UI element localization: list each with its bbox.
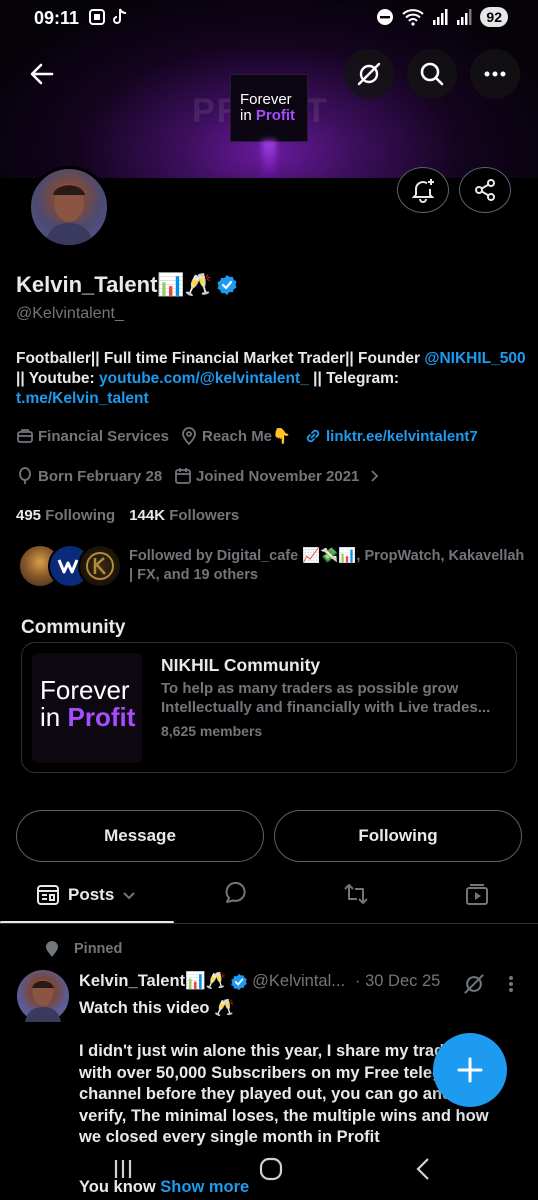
mutual-followers-avatars[interactable] bbox=[18, 544, 122, 588]
recent-apps-button[interactable] bbox=[112, 1158, 134, 1180]
followers-count-link[interactable]: 144K Followers bbox=[129, 507, 239, 524]
chevron-right-icon bbox=[371, 470, 379, 482]
banner-logo: Forever in Profit bbox=[230, 74, 308, 142]
profile-handle: @Kelvintalent_ bbox=[16, 305, 124, 322]
tab-reposts[interactable] bbox=[342, 882, 370, 906]
profile-bio: Footballer|| Full time Financial Market … bbox=[16, 350, 526, 408]
profile-tabs: Posts bbox=[0, 868, 538, 924]
post-line1: Watch this video 🥂 bbox=[79, 999, 235, 1017]
post-more-button[interactable] bbox=[506, 974, 516, 994]
battery-indicator: 92 bbox=[480, 7, 508, 27]
community-card[interactable]: Forever in Profit NIKHIL Community To he… bbox=[21, 642, 517, 773]
more-options-button[interactable] bbox=[470, 49, 520, 99]
tab-replies[interactable] bbox=[222, 882, 248, 906]
reply-icon bbox=[225, 882, 246, 903]
link-icon bbox=[306, 429, 320, 443]
following-count-link[interactable]: 495 Following bbox=[16, 507, 115, 524]
post-author-name[interactable]: Kelvin_Talent📊🥂 bbox=[79, 972, 226, 991]
calendar-icon bbox=[175, 468, 191, 484]
more-vertical-icon bbox=[509, 976, 513, 992]
status-right-icons: 92 bbox=[376, 7, 508, 27]
status-notification-icons bbox=[88, 8, 128, 26]
dnd-icon bbox=[376, 8, 394, 26]
share-button[interactable] bbox=[459, 167, 511, 213]
plus-icon bbox=[457, 1057, 483, 1083]
search-icon bbox=[420, 62, 444, 86]
post-author-handle[interactable]: @Kelvintal... bbox=[252, 972, 345, 991]
post-header: Kelvin_Talent📊🥂 @Kelvintal... · 30 Dec 2… bbox=[79, 972, 440, 991]
signal-icon-1 bbox=[432, 9, 448, 25]
grok-icon bbox=[357, 62, 381, 86]
chevron-left-icon bbox=[416, 1158, 429, 1180]
system-back-button[interactable] bbox=[412, 1157, 434, 1181]
chevron-down-icon bbox=[123, 892, 136, 900]
community-section-title: Community bbox=[21, 617, 126, 638]
tabs-divider bbox=[0, 923, 538, 924]
back-button[interactable] bbox=[24, 58, 60, 90]
bio-telegram-link[interactable]: t.me/Kelvin_talent bbox=[16, 390, 149, 407]
tab-posts[interactable]: Posts bbox=[36, 884, 136, 906]
message-button[interactable]: Message bbox=[16, 810, 264, 862]
post-author-avatar[interactable] bbox=[17, 970, 69, 1022]
profile-location: Reach Me👇 bbox=[180, 427, 291, 445]
grok-button[interactable] bbox=[344, 49, 394, 99]
status-time: 09:11 bbox=[34, 8, 80, 28]
tab-media[interactable] bbox=[464, 882, 490, 906]
mutual-avatar-3 bbox=[78, 544, 122, 588]
profile-birthday: Born February 28 bbox=[16, 467, 162, 485]
community-image: Forever in Profit bbox=[32, 653, 142, 763]
home-icon bbox=[259, 1157, 283, 1181]
following-button[interactable]: Following bbox=[274, 810, 522, 862]
briefcase-icon bbox=[17, 429, 33, 443]
profile-avatar[interactable] bbox=[28, 166, 110, 248]
arrow-left-icon bbox=[30, 63, 54, 85]
follow-counts: 495 Following 144K Followers bbox=[16, 507, 239, 524]
profile-name-text: Kelvin_Talent📊🥂 bbox=[16, 272, 213, 297]
compose-post-button[interactable] bbox=[433, 1033, 507, 1107]
posts-icon bbox=[37, 885, 59, 905]
banner-logo-line1: Forever bbox=[240, 91, 292, 109]
pin-icon bbox=[46, 941, 58, 957]
post-date: · 30 Dec 25 bbox=[355, 972, 441, 990]
community-members-count: 8,625 members bbox=[161, 723, 263, 739]
post-grok-button[interactable] bbox=[462, 972, 486, 996]
bio-mention-link[interactable]: @NIKHIL_500 bbox=[424, 350, 525, 367]
status-bar: 09:11 92 bbox=[0, 0, 538, 36]
banner-glow bbox=[262, 140, 276, 178]
profile-name: Kelvin_Talent📊🥂 bbox=[16, 272, 238, 298]
signal-icon-2 bbox=[456, 9, 472, 25]
home-button[interactable] bbox=[259, 1157, 283, 1181]
recent-apps-icon bbox=[114, 1160, 132, 1178]
screenshot-icon bbox=[88, 8, 106, 26]
banner-logo-line2: in Profit bbox=[240, 107, 296, 124]
tiktok-icon bbox=[112, 8, 128, 26]
community-name: NIKHIL Community bbox=[161, 655, 321, 675]
balloon-icon bbox=[19, 467, 31, 484]
bio-youtube-link[interactable]: youtube.com/@kelvintalent_ bbox=[99, 370, 309, 387]
post-body-text: I didn't just win alone this year, I sha… bbox=[79, 1042, 489, 1147]
location-pin-icon bbox=[182, 427, 196, 445]
post-verified-badge-icon bbox=[230, 973, 248, 991]
repost-icon bbox=[344, 884, 368, 904]
media-icon bbox=[466, 884, 488, 905]
followed-by-text[interactable]: Followed by Digital_cafe 📈💸📊, PropWatch,… bbox=[129, 547, 529, 585]
pinned-label: Pinned bbox=[44, 940, 122, 958]
grok-icon bbox=[464, 974, 484, 994]
community-description: To help as many traders as possible grow… bbox=[161, 680, 491, 716]
profile-category: Financial Services bbox=[16, 427, 169, 445]
search-button[interactable] bbox=[407, 49, 457, 99]
avatar-portrait bbox=[45, 184, 93, 245]
wifi-icon bbox=[402, 8, 425, 26]
system-nav-bar bbox=[0, 1148, 538, 1200]
profile-joined[interactable]: Joined November 2021 bbox=[174, 467, 381, 485]
more-horizontal-icon bbox=[484, 71, 506, 77]
verified-badge-icon bbox=[216, 274, 238, 296]
bell-plus-icon bbox=[411, 179, 435, 203]
notifications-button[interactable] bbox=[397, 167, 449, 213]
share-icon bbox=[475, 179, 495, 201]
profile-website[interactable]: linktr.ee/kelvintalent7 bbox=[304, 427, 478, 445]
